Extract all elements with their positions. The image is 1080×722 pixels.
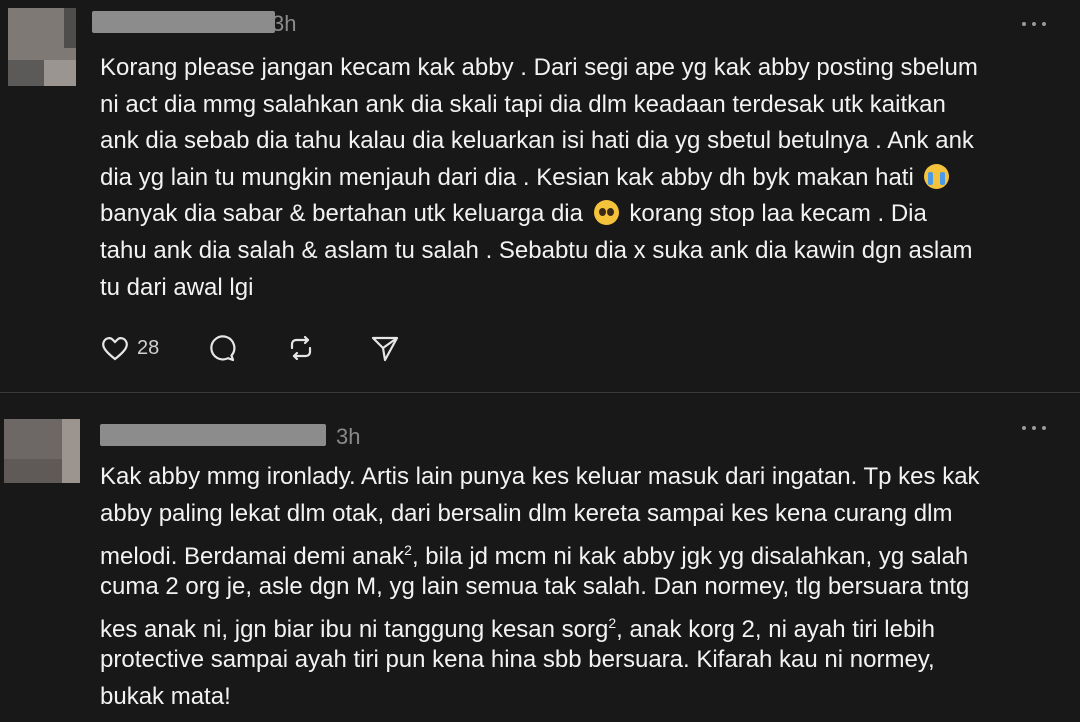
more-icon[interactable] <box>1020 19 1050 29</box>
post-text-line: tahu ank dia salah & aslam tu salah . Se… <box>100 236 973 264</box>
post-text-line: melodi. Berdamai demi anak2, bila jd mcm… <box>100 532 980 571</box>
post-text-segment: , anak korg 2, ni ayah tiri lebih <box>616 616 935 644</box>
post-text: Kak abby mmg ironlady. Artis lain punya … <box>100 459 980 715</box>
post-text-line: Kak abby mmg ironlady. Artis lain punya … <box>100 463 980 490</box>
post-text-segment: dia yg lain tu mungkin menjauh dari dia … <box>100 163 914 191</box>
post-text-line: banyak dia sabar & bertahan utk keluarga… <box>100 196 978 233</box>
comment-icon <box>210 335 236 362</box>
post-text-line: ank dia sebab dia tahu kalau dia keluark… <box>100 127 974 155</box>
pleading-face-icon <box>593 200 619 226</box>
post-text-segment: melodi. Berdamai demi anak <box>100 543 405 571</box>
loudly-crying-face-icon <box>924 163 950 189</box>
like-button[interactable]: 28 <box>100 333 159 363</box>
username-redacted[interactable] <box>92 11 275 33</box>
post-text-line: dia yg lain tu mungkin menjauh dari dia … <box>100 160 978 197</box>
repost-icon <box>290 335 312 361</box>
post-text-line: abby paling lekat dlm otak, dari bersali… <box>100 499 953 527</box>
post-text-line: tu dari awal lgi <box>100 273 254 301</box>
post-text: Korang please jangan kecam kak abby . Da… <box>100 50 978 306</box>
post-text-line: kes anak ni, jgn biar ibu ni tanggung ke… <box>100 605 980 644</box>
post-text-line: protective sampai ayah tiri pun kena hin… <box>100 645 935 673</box>
post-timestamp: 3h <box>272 11 297 36</box>
share-button[interactable] <box>370 333 400 363</box>
post-text-segment: kes anak ni, jgn biar ibu ni tanggung ke… <box>100 616 609 644</box>
post-text-segment: korang stop laa kecam . Dia <box>629 200 927 228</box>
reply-button[interactable] <box>206 333 236 363</box>
post-text-line: cuma 2 org je, asle dgn M, yg lain semua… <box>100 572 970 600</box>
thread-post: 3h Korang please jangan kecam kak abby .… <box>0 0 1080 392</box>
superscript: 2 <box>404 542 412 559</box>
avatar[interactable] <box>4 419 80 483</box>
repost-button[interactable] <box>286 333 316 363</box>
post-text-line: Korang please jangan kecam kak abby . Da… <box>100 54 978 81</box>
superscript: 2 <box>608 615 617 632</box>
username-redacted[interactable] <box>100 424 326 446</box>
avatar[interactable] <box>8 8 76 86</box>
share-icon <box>371 336 399 362</box>
post-timestamp: 3h <box>336 424 361 449</box>
post-text-segment: banyak dia sabar & bertahan utk keluarga… <box>100 200 583 228</box>
heart-icon <box>102 337 128 361</box>
post-text-line: ni act dia mmg salahkan ank dia skali ta… <box>100 90 946 118</box>
like-count: 28 <box>137 336 160 359</box>
more-icon[interactable] <box>1020 423 1050 433</box>
post-text-line: bukak mata! <box>100 682 231 710</box>
post-text-segment: , bila jd mcm ni kak abby jgk yg disalah… <box>411 543 969 571</box>
